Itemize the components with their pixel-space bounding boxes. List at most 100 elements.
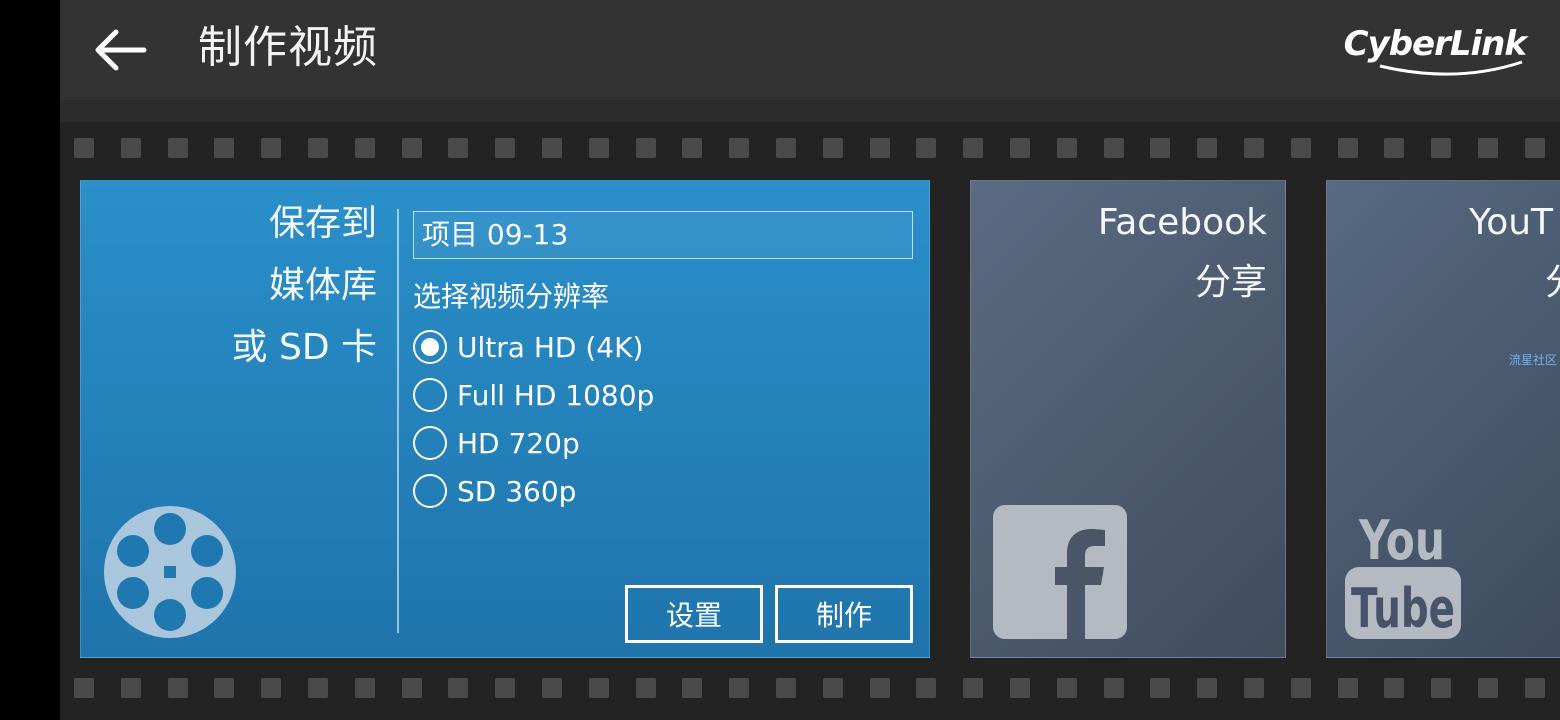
film-perforation — [1103, 678, 1124, 698]
film-perforation — [635, 678, 656, 698]
film-perforation — [869, 138, 890, 158]
radio-unchecked-icon[interactable] — [413, 378, 447, 412]
facebook-icon — [993, 505, 1127, 639]
film-perforation — [1197, 678, 1218, 698]
film-perforation — [588, 138, 609, 158]
film-perforation — [495, 678, 516, 698]
app-window: 制作视频 CyberLink 保存到 媒体库 或 SD 卡 项目 09-13 选… — [60, 0, 1560, 720]
film-perforation — [167, 138, 188, 158]
film-perforation — [1337, 678, 1358, 698]
youtube-icon: You Tube — [1345, 509, 1461, 639]
resolution-option-720p[interactable]: HD 720p — [413, 419, 580, 467]
film-perforation — [542, 678, 562, 698]
film-perforation — [1431, 138, 1452, 158]
save-to-library-card[interactable]: 保存到 媒体库 或 SD 卡 项目 09-13 选择视频分辨率 Ultra HD… — [80, 180, 930, 658]
film-perforation — [448, 138, 469, 158]
film-perforations-bottom — [60, 678, 1560, 704]
film-perforation — [1384, 678, 1405, 698]
film-perforation — [120, 678, 141, 698]
facebook-share-card[interactable]: Facebook 分享 — [970, 180, 1286, 658]
film-perforation — [869, 678, 890, 698]
project-name-input[interactable]: 项目 09-13 — [413, 211, 913, 259]
film-perforation — [1524, 138, 1545, 158]
film-perforation — [963, 138, 984, 158]
film-perforation — [1010, 138, 1030, 158]
film-perforation — [542, 138, 562, 158]
back-button[interactable] — [90, 22, 150, 78]
film-perforation — [308, 678, 328, 698]
youtube-share-card[interactable]: YouT 分 流星社区 You Tube — [1326, 180, 1560, 658]
film-perforation — [1244, 678, 1264, 698]
resolution-option-1080p[interactable]: Full HD 1080p — [413, 371, 654, 419]
film-perforation — [74, 138, 94, 158]
film-perforation — [729, 678, 750, 698]
film-perforation — [74, 678, 94, 698]
film-perforation — [916, 678, 937, 698]
film-perforation — [729, 138, 750, 158]
film-perforation — [1197, 138, 1218, 158]
film-perforation — [448, 678, 469, 698]
film-perforation — [1290, 678, 1311, 698]
page-title: 制作视频 — [198, 22, 378, 73]
brand-name: CyberLink — [1343, 24, 1527, 64]
film-perforation — [682, 138, 703, 158]
film-perforation — [167, 678, 188, 698]
film-perforation — [1524, 678, 1545, 698]
film-perforation — [401, 138, 422, 158]
header-bar: 制作视频 CyberLink — [60, 0, 1560, 100]
film-perforation — [354, 138, 375, 158]
film-perforation — [1103, 138, 1124, 158]
card-divider — [397, 209, 399, 633]
film-perforation — [308, 138, 328, 158]
youtube-title: YouT — [1469, 202, 1554, 243]
film-perforation — [261, 678, 282, 698]
film-perforation — [1056, 678, 1077, 698]
resolution-option-360p[interactable]: SD 360p — [413, 467, 576, 515]
film-perforation — [495, 138, 516, 158]
film-perforation — [261, 138, 282, 158]
film-reel-icon — [104, 506, 236, 638]
youtube-subtitle: 分 — [1545, 253, 1560, 313]
cyberlink-logo: CyberLink — [1343, 24, 1527, 80]
film-perforation — [682, 678, 703, 698]
film-perforation — [1478, 138, 1498, 158]
film-perforation — [776, 138, 796, 158]
resolution-option-4k[interactable]: Ultra HD (4K) — [413, 323, 643, 371]
film-perforation — [776, 678, 796, 698]
save-destination-label: 保存到 媒体库 或 SD 卡 — [231, 203, 377, 368]
settings-button[interactable]: 设置 — [625, 585, 763, 643]
make-button[interactable]: 制作 — [775, 585, 913, 643]
film-perforation — [1478, 678, 1498, 698]
film-perforation — [354, 678, 375, 698]
radio-unchecked-icon[interactable] — [413, 474, 447, 508]
film-perforation — [1010, 678, 1030, 698]
film-strip: 保存到 媒体库 或 SD 卡 项目 09-13 选择视频分辨率 Ultra HD… — [60, 122, 1560, 720]
facebook-title: Facebook 分享 — [1097, 202, 1267, 303]
film-perforation — [214, 138, 235, 158]
film-perforation — [1337, 138, 1358, 158]
film-perforation — [1056, 138, 1077, 158]
film-perforation — [963, 678, 984, 698]
film-perforation — [822, 678, 843, 698]
film-perforation — [588, 678, 609, 698]
film-perforation — [635, 138, 656, 158]
film-perforation — [822, 138, 843, 158]
film-perforation — [916, 138, 937, 158]
film-perforation — [1431, 678, 1452, 698]
film-perforation — [1150, 138, 1171, 158]
film-perforation — [1290, 138, 1311, 158]
film-perforation — [1384, 138, 1405, 158]
film-perforation — [1244, 138, 1264, 158]
svg-text:Tube: Tube — [1351, 577, 1455, 639]
film-perforation — [214, 678, 235, 698]
film-perforation — [401, 678, 422, 698]
film-perforation — [120, 138, 141, 158]
back-arrow-icon — [95, 29, 147, 71]
svg-text:You: You — [1358, 509, 1445, 572]
radio-unchecked-icon[interactable] — [413, 426, 447, 460]
film-perforations-top — [60, 138, 1560, 164]
radio-checked-icon[interactable] — [413, 330, 447, 364]
film-perforation — [1150, 678, 1171, 698]
watermark-text: 流星社区 — [1509, 353, 1558, 367]
resolution-heading: 选择视频分辨率 — [413, 280, 610, 313]
